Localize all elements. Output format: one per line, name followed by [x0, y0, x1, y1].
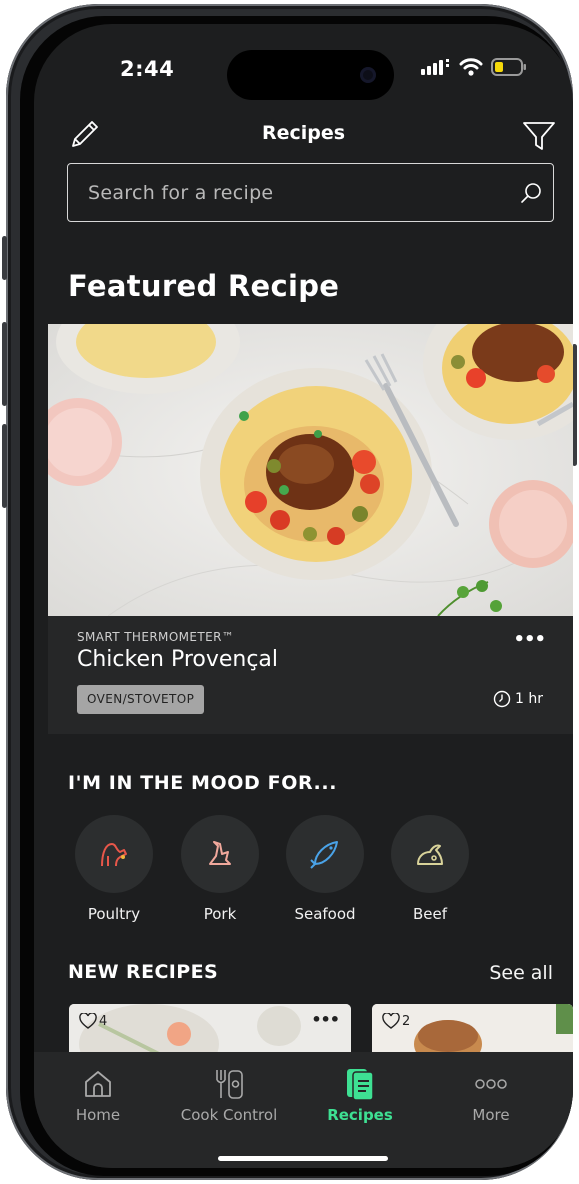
mood-item-poultry[interactable]: Poultry	[74, 815, 154, 923]
status-time: 2:44	[120, 57, 175, 81]
featured-time: 1 hr	[493, 690, 543, 708]
beef-icon	[417, 844, 443, 865]
more-icon	[475, 1079, 507, 1089]
featured-food-illustration	[48, 324, 573, 616]
recipe-more-button[interactable]: •••	[311, 1010, 340, 1029]
likes-badge[interactable]: 4	[79, 1013, 107, 1029]
likes-count: 2	[402, 1013, 411, 1029]
tab-recipes[interactable]: Recipes	[290, 1066, 430, 1124]
mood-circle[interactable]	[391, 815, 469, 893]
search-icon[interactable]	[519, 181, 543, 205]
new-recipes-heading: NEW RECIPES	[68, 961, 219, 983]
volume-down-button	[2, 424, 7, 508]
mood-label: Beef	[412, 905, 448, 923]
home-icon	[85, 1071, 111, 1097]
app-screen: 2:44 Recipes Search for a recipe Feature…	[34, 24, 573, 1168]
mood-label: Poultry	[87, 905, 141, 923]
cook-control-icon	[216, 1070, 243, 1099]
tab-label: Home	[75, 1106, 121, 1124]
heart-icon[interactable]	[79, 1013, 97, 1029]
featured-tag: OVEN/STOVETOP	[77, 685, 205, 714]
search-input[interactable]: Search for a recipe	[67, 163, 554, 222]
clock-icon	[493, 690, 511, 708]
featured-title[interactable]: Chicken Provençal	[77, 647, 278, 672]
see-all-link[interactable]: See all	[489, 962, 553, 984]
home-indicator[interactable]	[218, 1156, 388, 1161]
mood-circle[interactable]	[181, 815, 259, 893]
featured-recipe-image[interactable]	[48, 324, 573, 616]
heart-icon[interactable]	[382, 1013, 400, 1029]
seafood-icon	[310, 841, 338, 869]
pork-icon	[209, 841, 231, 865]
mood-label: Seafood	[294, 905, 356, 923]
featured-recipe-card[interactable]: SMART THERMOMETER™ Chicken Provençal •••…	[48, 616, 573, 734]
featured-kicker: SMART THERMOMETER™	[77, 630, 235, 644]
dynamic-island	[227, 50, 394, 100]
recipes-icon	[347, 1069, 374, 1101]
mood-item-beef[interactable]: Beef	[390, 815, 470, 923]
featured-time-value: 1 hr	[515, 691, 543, 707]
featured-heading: Featured Recipe	[68, 269, 340, 303]
status-icons	[421, 58, 527, 76]
wifi-icon	[459, 58, 483, 76]
volume-up-button	[2, 322, 7, 406]
tab-label: Cook Control	[180, 1106, 278, 1124]
tab-label: More	[472, 1106, 510, 1124]
tab-cook-control[interactable]: Cook Control	[159, 1066, 299, 1124]
mood-heading: I'M IN THE MOOD FOR...	[68, 772, 338, 794]
cellular-signal-icon	[421, 59, 449, 75]
likes-count: 4	[99, 1013, 108, 1029]
tab-more[interactable]: More	[421, 1066, 561, 1124]
mood-label: Pork	[203, 905, 237, 923]
filter-button[interactable]	[522, 119, 556, 157]
battery-icon	[491, 58, 526, 76]
poultry-icon	[101, 843, 127, 867]
camera-icon	[360, 67, 376, 83]
featured-more-button[interactable]: •••	[513, 629, 546, 650]
tab-label: Recipes	[327, 1106, 393, 1124]
mood-item-seafood[interactable]: Seafood	[285, 815, 365, 923]
action-button	[2, 236, 7, 280]
mood-circle[interactable]	[75, 815, 153, 893]
filter-icon	[523, 122, 555, 150]
likes-badge[interactable]: 2	[382, 1013, 410, 1029]
page-title: Recipes	[261, 122, 346, 144]
mood-item-pork[interactable]: Pork	[180, 815, 260, 923]
tab-bar: Home Cook Control Recipes More	[34, 1052, 573, 1168]
mood-circle[interactable]	[286, 815, 364, 893]
tab-home[interactable]: Home	[34, 1066, 168, 1124]
search-placeholder: Search for a recipe	[88, 181, 274, 204]
